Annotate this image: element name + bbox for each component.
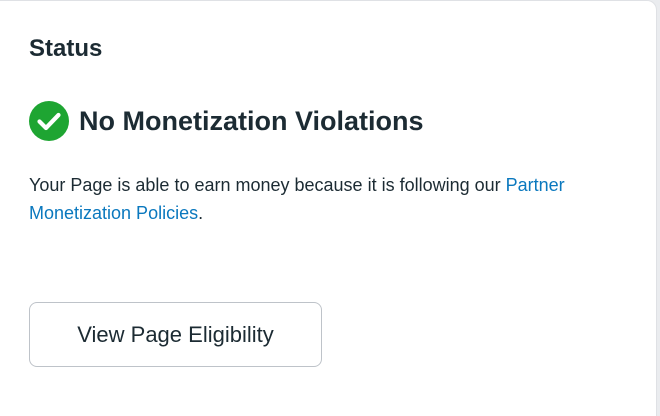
view-page-eligibility-button[interactable]: View Page Eligibility: [29, 302, 322, 367]
status-description: Your Page is able to earn money because …: [29, 171, 629, 227]
description-suffix: .: [198, 203, 204, 223]
section-title: Status: [29, 35, 103, 62]
description-text: Your Page is able to earn money because …: [29, 175, 506, 195]
status-row: No Monetization Violations: [29, 99, 424, 143]
status-card: Status No Monetization Violations Your P…: [0, 0, 657, 416]
status-heading: No Monetization Violations: [79, 106, 424, 136]
check-circle-icon: [29, 101, 69, 141]
